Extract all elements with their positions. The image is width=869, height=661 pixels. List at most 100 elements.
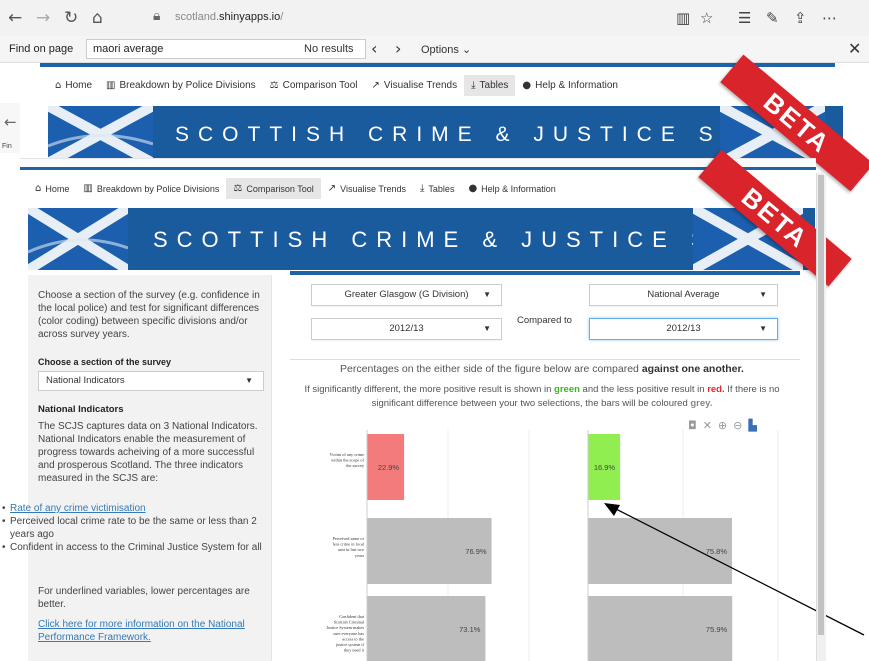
find-results: No results bbox=[304, 43, 354, 55]
browser-toolbar: ← → ↻ ⌂ 🔒︎ scotland.shinyapps.io/ ▥ ☆ ☰ … bbox=[0, 0, 869, 36]
inner-nav-help[interactable]: ● Help & Information bbox=[461, 178, 562, 199]
left-fin-text: Fin bbox=[2, 143, 12, 150]
compared-to-label: Compared to bbox=[517, 315, 572, 326]
section-select-label: Choose a section of the survey bbox=[38, 357, 172, 367]
comparison-note: Percentages on the either side of the fi… bbox=[284, 363, 800, 375]
nav-label: Tables bbox=[479, 80, 509, 91]
find-options-label: Options bbox=[421, 44, 459, 56]
scrollbar-thumb[interactable] bbox=[818, 175, 824, 635]
sig-green-word: green bbox=[554, 384, 580, 395]
category-label-line: they need it bbox=[344, 648, 365, 653]
favorite-star-icon[interactable]: ☆ bbox=[700, 9, 713, 27]
category-label-line: Scottish Criminal bbox=[334, 620, 365, 625]
close-icon[interactable]: ✕ bbox=[848, 39, 861, 58]
inner-nav-tables[interactable]: ⤓ Tables bbox=[413, 178, 461, 199]
category-label: Victim of any crime within the scope of th… bbox=[330, 452, 365, 468]
note-text: Percentages on the either side of the fi… bbox=[340, 363, 642, 375]
category-label-line: justice system if bbox=[335, 642, 364, 647]
saltire-flag-icon bbox=[28, 208, 128, 270]
scales-icon: ⚖ bbox=[233, 183, 243, 194]
reading-view-icon[interactable]: ▥ bbox=[676, 9, 690, 27]
category-label-line: Perceived same or bbox=[333, 536, 365, 541]
list-item[interactable]: Rate of any crime victimisation bbox=[2, 502, 272, 515]
select-value: Greater Glasgow (G Division) bbox=[344, 289, 469, 300]
home-icon: ⌂ bbox=[55, 80, 62, 91]
find-label: Find on page bbox=[9, 43, 74, 55]
category-label-line: sure everyone has bbox=[333, 631, 364, 636]
category-label-line: years bbox=[355, 553, 364, 558]
info-icon: ● bbox=[468, 183, 478, 194]
inner-nav-breakdown[interactable]: ▥ Breakdown by Police Divisions bbox=[76, 178, 226, 199]
outer-nav-comparison[interactable]: ⚖ Comparison Tool bbox=[263, 75, 365, 96]
nav-label: Tables bbox=[428, 183, 455, 194]
nav-label: Help & Information bbox=[535, 80, 618, 91]
favorites-list-icon[interactable]: ☰ bbox=[738, 9, 751, 27]
outer-nav-help[interactable]: ● Help & Information bbox=[515, 75, 625, 96]
sig-grey-word: grey. bbox=[690, 398, 713, 409]
nav-label: Home bbox=[65, 80, 93, 91]
share-icon[interactable]: ⇪ bbox=[794, 9, 807, 27]
more-icon[interactable]: ⋯ bbox=[822, 9, 837, 27]
nav-label: Home bbox=[45, 183, 70, 194]
forward-arrow-icon[interactable]: → bbox=[36, 9, 50, 27]
back-arrow-icon[interactable]: ← bbox=[8, 9, 22, 27]
right-year-select[interactable]: 2012/13 ▼ bbox=[589, 318, 778, 340]
category-label-line: Victim of any crime bbox=[330, 452, 365, 457]
category-label-line: less crime in local bbox=[333, 542, 365, 547]
npf-info-link[interactable]: Click here for more information on the N… bbox=[38, 618, 268, 644]
category-label-line: Justice System makes bbox=[327, 625, 365, 630]
address-bar[interactable]: 🔒︎ scotland.shinyapps.io/ bbox=[145, 6, 665, 30]
home-icon[interactable]: ⌂ bbox=[92, 9, 103, 27]
refresh-icon[interactable]: ↻ bbox=[64, 9, 78, 27]
sig-red-word: red. bbox=[707, 384, 725, 395]
category-label: Perceived same or less crime in local area… bbox=[333, 536, 365, 558]
sidebar-intro: Choose a section of the survey (e.g. con… bbox=[38, 290, 260, 340]
pen-icon[interactable]: ✎ bbox=[766, 9, 779, 27]
outer-nav-tables[interactable]: ⤓ Tables bbox=[464, 75, 516, 96]
underline-footnote: For underlined variables, lower percenta… bbox=[38, 586, 250, 610]
address-url[interactable]: scotland.shinyapps.io/ bbox=[175, 11, 283, 23]
download-icon: ⤓ bbox=[420, 183, 425, 194]
nav-label: Comparison Tool bbox=[282, 80, 358, 91]
outer-nav-trends[interactable]: ↗ Visualise Trends bbox=[365, 75, 465, 96]
select-value: National Average bbox=[647, 289, 720, 300]
url-domain: shinyapps.io bbox=[219, 11, 281, 23]
home-icon: ⌂ bbox=[35, 183, 42, 194]
category-label-line: within the scope of bbox=[331, 458, 364, 463]
download-icon: ⤓ bbox=[471, 80, 476, 91]
inner-banner: SCOTTISH CRIME & JUSTICE SURVEY bbox=[28, 208, 826, 270]
find-next-icon[interactable]: › bbox=[395, 39, 401, 58]
inner-nav-trends[interactable]: ↗ Visualise Trends bbox=[321, 178, 413, 199]
find-options-button[interactable]: Options ⌄ bbox=[421, 43, 471, 56]
nav-label: Visualise Trends bbox=[340, 183, 406, 194]
scales-icon: ⚖ bbox=[269, 80, 279, 91]
back-arrow-icon[interactable]: ← bbox=[4, 113, 17, 131]
inner-nav-comparison[interactable]: ⚖ Comparison Tool bbox=[226, 178, 321, 199]
bar-value-label: 76.9% bbox=[465, 547, 487, 556]
left-year-select[interactable]: 2012/13 ▼ bbox=[311, 318, 502, 340]
chevron-down-icon: ⌄ bbox=[461, 44, 472, 56]
bar-value-label: 22.9% bbox=[378, 463, 400, 472]
sig-text: and the less positive result in bbox=[579, 384, 708, 395]
list-item: Perceived local crime rate to be the sam… bbox=[2, 515, 272, 541]
left-area-select[interactable]: Greater Glasgow (G Division) ▼ bbox=[311, 284, 502, 306]
indicator-link[interactable]: Rate of any crime victimisation bbox=[10, 503, 146, 514]
line-chart-icon: ↗ bbox=[327, 183, 337, 194]
caret-down-icon: ▼ bbox=[483, 324, 491, 333]
outer-nav-breakdown[interactable]: ▥ Breakdown by Police Divisions bbox=[99, 75, 263, 96]
right-area-select[interactable]: National Average ▼ bbox=[589, 284, 778, 306]
category-label-line: access to the bbox=[342, 636, 364, 641]
nav-label: Breakdown by Police Divisions bbox=[96, 183, 220, 194]
find-previous-icon[interactable]: ‹ bbox=[371, 39, 377, 58]
bar-value-label: 73.1% bbox=[459, 625, 481, 634]
line-chart-icon: ↗ bbox=[371, 80, 380, 91]
sig-text: If significantly different, the more pos… bbox=[304, 384, 555, 395]
content-blue-rule bbox=[290, 271, 800, 275]
select-value: 2012/13 bbox=[666, 323, 701, 334]
outer-nav-home[interactable]: ⌂ Home bbox=[48, 75, 99, 96]
section-select[interactable]: National Indicators ▼ bbox=[38, 371, 264, 391]
category-label-line: Confident that bbox=[339, 614, 365, 619]
inner-nav-home[interactable]: ⌂ Home bbox=[28, 178, 76, 199]
nav-label: Breakdown by Police Divisions bbox=[119, 80, 256, 91]
lock-icon: 🔒︎ bbox=[153, 8, 161, 24]
